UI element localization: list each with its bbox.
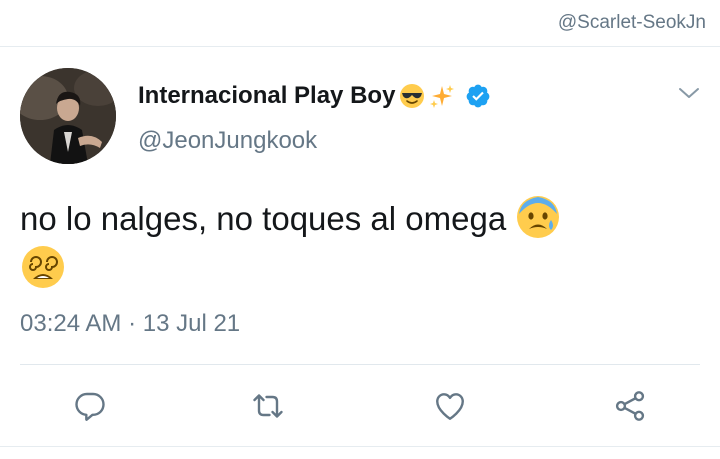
top-divider [0, 46, 720, 47]
share-icon[interactable] [612, 388, 648, 424]
watermark: @Scarlet-SeokJn [557, 12, 706, 33]
bottom-divider [0, 446, 720, 447]
chevron-down-icon[interactable] [677, 84, 701, 102]
retweet-icon[interactable] [250, 388, 286, 424]
avatar[interactable] [20, 68, 116, 164]
sunglasses-face-emoji-icon [399, 83, 425, 109]
reply-icon[interactable] [72, 388, 108, 424]
display-name[interactable]: Internacional Play Boy [138, 82, 395, 110]
action-bar [0, 380, 720, 430]
anxious-face-with-sweat-emoji-icon [515, 194, 561, 240]
like-icon[interactable] [432, 388, 468, 424]
verified-badge-icon [465, 83, 491, 109]
tweet-timestamp[interactable]: 03:24 AM · 13 Jul 21 [20, 310, 240, 338]
tweet-body: no lo nalges, no toques al omega [20, 194, 700, 294]
dizzy-face-emoji-icon [20, 244, 66, 290]
name-row: Internacional Play Boy [138, 80, 491, 112]
tweet-text: no lo nalges, no toques al omega [20, 200, 507, 237]
divider [20, 364, 700, 365]
user-handle[interactable]: @JeonJungkook [138, 127, 317, 155]
sparkles-emoji-icon [429, 83, 455, 109]
